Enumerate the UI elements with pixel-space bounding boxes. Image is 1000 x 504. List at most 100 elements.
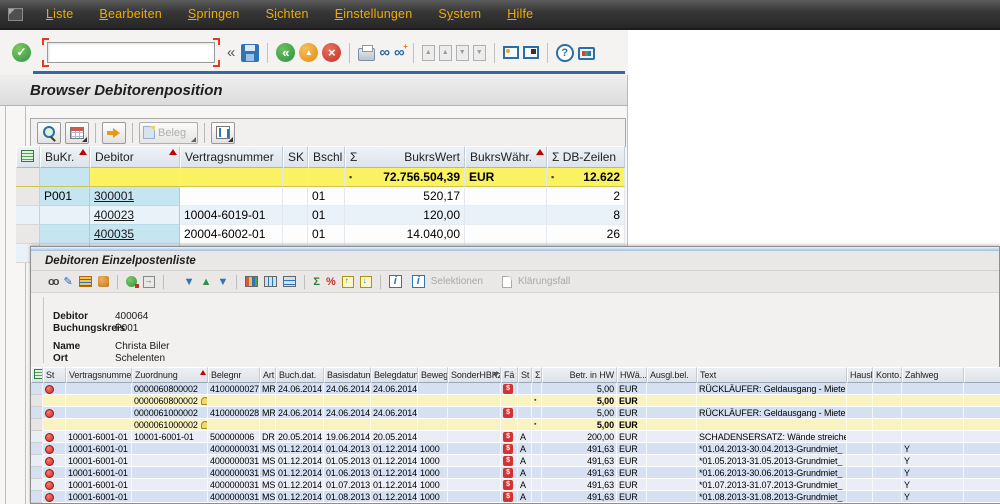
col-bewegart[interactable]: BewegArt	[418, 367, 448, 383]
row-selector[interactable]	[31, 479, 43, 491]
system-menu-icon[interactable]	[8, 8, 23, 21]
col-vertragsnummer[interactable]: Vertragsnummer	[66, 367, 132, 383]
dropdown-caret[interactable]	[191, 137, 196, 142]
customize-layout-icon[interactable]	[576, 45, 597, 60]
col-bukr[interactable]: BuKr.	[40, 146, 90, 168]
debitor-link[interactable]: 400035	[94, 227, 134, 241]
change-layout-button[interactable]	[65, 122, 89, 144]
col-vertragsnummer[interactable]: Vertragsnummer	[180, 146, 283, 168]
menu-item-sichten[interactable]: Sichten	[253, 7, 322, 21]
selektionen-button[interactable]: iSelektionen	[409, 275, 483, 288]
sort-ascending-icon[interactable]: ▲	[198, 276, 215, 288]
layout-grid-icon[interactable]	[242, 276, 261, 287]
collapse-icon[interactable]: «	[223, 44, 239, 61]
find-icon[interactable]: ∞	[377, 44, 392, 61]
row-selector[interactable]	[31, 467, 43, 479]
col-st[interactable]: St	[43, 367, 66, 383]
export-icon[interactable]	[140, 276, 158, 288]
col-sigma[interactable]: Σ	[532, 367, 542, 383]
beleg-button[interactable]: Beleg	[139, 122, 198, 144]
col-zahlweg[interactable]: Zahlweg	[902, 367, 964, 383]
save-icon[interactable]	[239, 44, 261, 62]
col-st2[interactable]: St	[518, 367, 532, 383]
row-selector[interactable]	[31, 407, 43, 419]
set-filter-icon[interactable]: ▼	[181, 276, 198, 288]
command-field[interactable]	[47, 42, 215, 63]
col-bukrswaehr[interactable]: BukrsWähr.	[465, 146, 547, 168]
col-sk[interactable]: SK	[283, 146, 308, 168]
col-db-zeilen[interactable]: Σ DB-Zeilen	[547, 146, 625, 168]
row-selector[interactable]	[31, 443, 43, 455]
exit-icon[interactable]: ▲	[297, 43, 320, 62]
menu-item-bearbeiten[interactable]: Bearbeiten	[86, 7, 174, 21]
subtotal-expand-icon[interactable]	[201, 421, 208, 429]
menu-item-hilfe[interactable]: Hilfe	[494, 7, 546, 21]
change-line-layout-icon[interactable]	[76, 276, 95, 287]
undo-icon[interactable]	[339, 276, 357, 288]
col-belegnr[interactable]: Belegnr	[208, 367, 260, 383]
change-document-icon[interactable]: ✎	[60, 275, 75, 288]
row-selector[interactable]	[31, 419, 43, 431]
create-shortcut-icon[interactable]	[521, 46, 541, 59]
col-ausglbel[interactable]: Ausgl.bel.	[647, 367, 697, 383]
row-selector[interactable]	[31, 455, 43, 467]
save-layout-icon[interactable]	[95, 276, 112, 287]
row-selector[interactable]	[31, 383, 43, 395]
info-icon[interactable]: i	[386, 275, 405, 288]
subtotal-icon[interactable]: %	[323, 276, 339, 288]
debitor-link[interactable]: 300001	[94, 189, 134, 203]
debitor-link[interactable]: 400023	[94, 208, 134, 222]
freeze-column-icon[interactable]	[280, 276, 299, 287]
menu-item-liste[interactable]: Liste	[33, 7, 86, 21]
menu-item-einstellungen[interactable]: Einstellungen	[322, 7, 426, 21]
col-buchdat[interactable]: Buch.dat.	[276, 367, 324, 383]
row-selector[interactable]	[31, 491, 43, 503]
sort-descending-icon[interactable]: ▼	[214, 276, 231, 288]
subtotal-expand-icon[interactable]	[201, 397, 208, 405]
back-icon[interactable]: «	[274, 43, 297, 62]
col-betrag[interactable]: Betr. in HW	[542, 367, 617, 383]
help-icon[interactable]: ?	[554, 44, 576, 62]
row-selector[interactable]	[31, 431, 43, 443]
row-selector[interactable]	[31, 395, 43, 407]
col-zuordnung[interactable]: Zuordnung	[132, 367, 208, 383]
dropdown-caret[interactable]	[82, 137, 87, 142]
col-hausbank[interactable]: Hausb...	[847, 367, 873, 383]
col-basisdatum[interactable]: Basisdatum	[324, 367, 371, 383]
klaerungsfall-button[interactable]: Klärungsfall	[499, 276, 570, 288]
col-text[interactable]: Text	[697, 367, 847, 383]
col-debitor[interactable]: Debitor	[90, 146, 180, 168]
choose-details-button[interactable]	[37, 122, 61, 144]
row-selector[interactable]	[16, 168, 40, 187]
cancel-icon[interactable]: ×	[320, 43, 343, 62]
chart-button[interactable]	[211, 122, 235, 144]
col-hwaehr[interactable]: HWä...	[617, 367, 647, 383]
menu-item-system[interactable]: System	[425, 7, 494, 21]
redo-icon[interactable]	[357, 276, 375, 288]
find-next-icon[interactable]: ∞	[392, 44, 407, 61]
new-session-icon[interactable]	[501, 46, 521, 59]
col-fae[interactable]: Fä	[501, 367, 518, 383]
row-selector[interactable]	[16, 225, 40, 244]
col-sonderhbkz[interactable]: SonderHBKz	[448, 367, 501, 383]
display-document-icon[interactable]: oo	[45, 276, 60, 288]
table-icon-header[interactable]	[31, 367, 43, 383]
dropdown-caret[interactable]	[228, 137, 233, 142]
next-page-icon[interactable]: ▼	[454, 45, 471, 61]
col-bukrswert[interactable]: ΣBukrsWert	[345, 146, 465, 168]
enter-icon[interactable]: ✓	[10, 43, 33, 62]
insert-column-icon[interactable]	[261, 276, 280, 287]
row-selector[interactable]	[16, 187, 40, 206]
col-konto[interactable]: Konto...	[873, 367, 902, 383]
col-art[interactable]: Art	[260, 367, 276, 383]
total-icon[interactable]: Σ	[310, 276, 323, 288]
menu-item-springen[interactable]: Springen	[175, 7, 253, 21]
continue-button[interactable]	[102, 122, 126, 144]
previous-page-icon[interactable]: ▲	[437, 45, 454, 61]
row-selector[interactable]	[16, 206, 40, 225]
first-page-icon[interactable]: ▲	[420, 45, 437, 61]
print-icon[interactable]	[356, 45, 377, 61]
table-icon-header[interactable]	[16, 146, 40, 168]
col-bschl[interactable]: Bschl	[308, 146, 345, 168]
last-page-icon[interactable]: ▼	[471, 45, 488, 61]
